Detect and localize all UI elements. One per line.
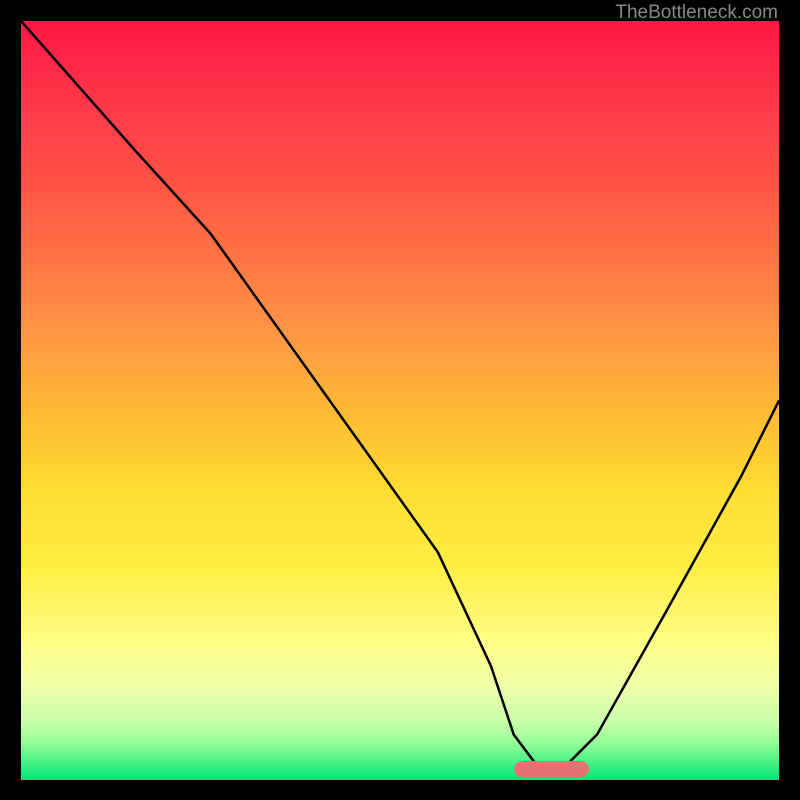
bottleneck-curve [21,21,779,780]
optimal-range-bar [514,761,590,777]
watermark-text: TheBottleneck.com [615,2,778,24]
plot-area [21,21,779,780]
